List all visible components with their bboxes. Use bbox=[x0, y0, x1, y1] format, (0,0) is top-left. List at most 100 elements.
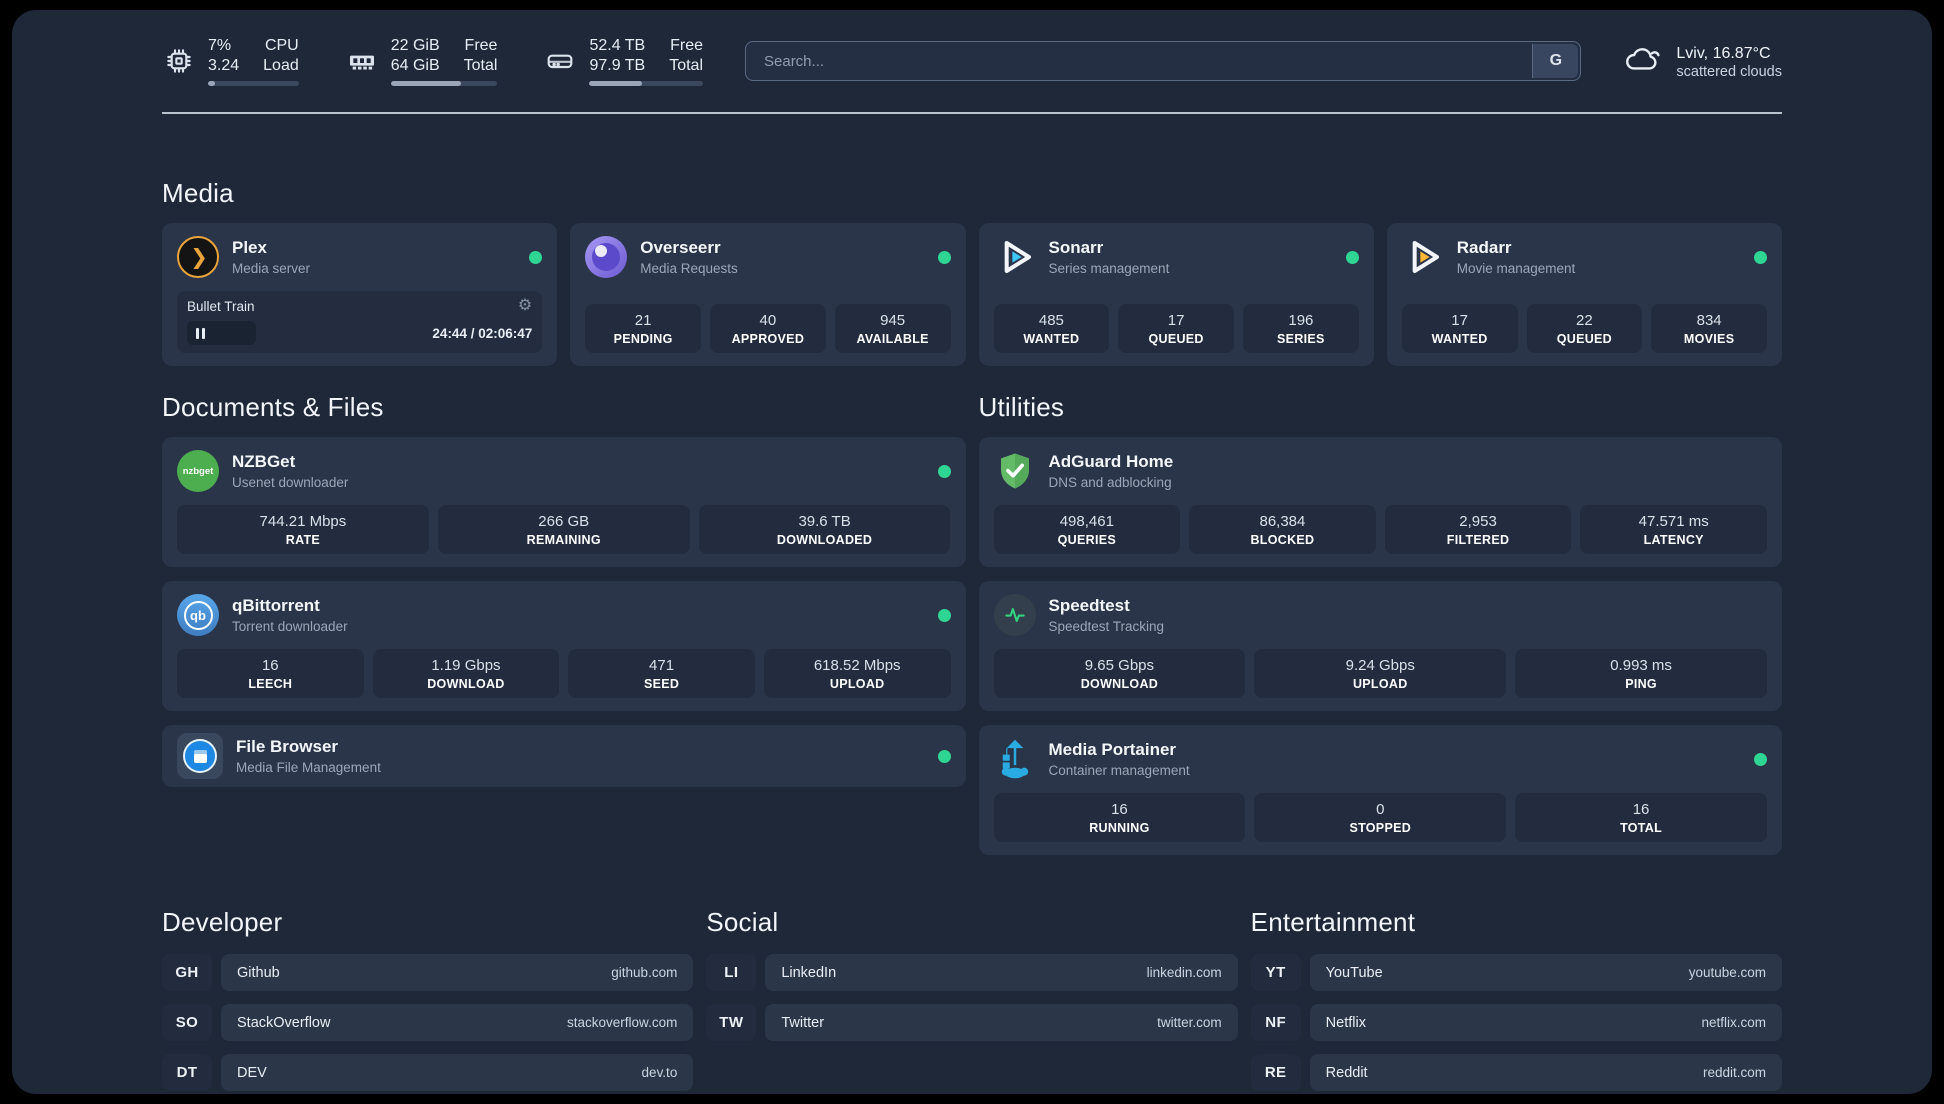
status-dot bbox=[1754, 250, 1767, 264]
cpu-usage-value: 7% bbox=[208, 37, 232, 54]
qbittorrent-icon: qb bbox=[177, 594, 219, 636]
bookmark-url: stackoverflow.com bbox=[567, 1015, 678, 1030]
stat-downloaded: 39.6 TB DOWNLOADED bbox=[698, 505, 951, 554]
memory-total-value: 64 GiB bbox=[390, 57, 440, 74]
bookmark-group-developer: Developer GH Github github.com SO StackO… bbox=[162, 907, 694, 1091]
disk-free-value: 52.4 TB bbox=[589, 37, 646, 54]
service-card-speedtest[interactable]: Speedtest Speedtest Tracking 9.65 Gbps D… bbox=[978, 581, 1782, 711]
stat-queued: 22 QUEUED bbox=[1526, 304, 1643, 353]
section-title-utilities: Utilities bbox=[978, 392, 1065, 422]
stat-pending: 21 PENDING bbox=[585, 304, 701, 353]
player-settings-icon[interactable]: ⚙ bbox=[518, 298, 532, 314]
bookmark-name: StackOverflow bbox=[237, 1014, 331, 1031]
service-description: Media File Management bbox=[236, 760, 381, 775]
bookmark-youtube[interactable]: YT YouTube youtube.com bbox=[1250, 954, 1782, 991]
service-description: Usenet downloader bbox=[232, 475, 349, 490]
section-title-documents: Documents & Files bbox=[162, 392, 384, 422]
service-name: AdGuard Home bbox=[1048, 452, 1174, 471]
service-card-adguard[interactable]: AdGuard Home DNS and adblocking 498,461 … bbox=[978, 437, 1782, 567]
bookmark-name: Twitter bbox=[781, 1014, 825, 1031]
service-name: Media Portainer bbox=[1048, 740, 1177, 759]
service-description: Series management bbox=[1048, 261, 1170, 276]
disk-widget: 52.4 TB 97.9 TB Free Total bbox=[543, 36, 703, 86]
memory-progress-bar bbox=[390, 81, 498, 86]
service-card-filebrowser[interactable]: File Browser Media File Management bbox=[162, 725, 966, 787]
status-dot bbox=[1345, 250, 1359, 264]
bookmark-github[interactable]: GH Github github.com bbox=[162, 954, 694, 991]
header-divider bbox=[162, 112, 1782, 114]
status-dot bbox=[937, 749, 951, 763]
stat-available: 945 AVAILABLE bbox=[834, 304, 951, 353]
bookmark-abbr: SO bbox=[162, 1004, 212, 1041]
stat-remaining: 266 GB REMAINING bbox=[437, 505, 690, 554]
service-description: DNS and adblocking bbox=[1048, 475, 1172, 490]
disk-icon bbox=[543, 44, 577, 78]
stat-download: 9.65 Gbps DOWNLOAD bbox=[993, 649, 1246, 698]
stat-blocked: 86,384 BLOCKED bbox=[1189, 505, 1376, 554]
search-provider-button[interactable]: G bbox=[1532, 44, 1579, 78]
service-card-portainer[interactable]: Media Portainer Container management 16 … bbox=[978, 725, 1782, 855]
plex-icon: ❯ bbox=[177, 236, 219, 278]
bookmark-abbr: YT bbox=[1250, 954, 1301, 991]
stat-seed: 471 SEED bbox=[568, 649, 755, 698]
stat-total: 16 TOTAL bbox=[1515, 793, 1767, 842]
service-description: Media server bbox=[232, 261, 311, 276]
service-name: NZBGet bbox=[232, 452, 296, 471]
service-card-sonarr[interactable]: Sonarr Series management 485 WANTED 17 Q… bbox=[978, 223, 1374, 366]
status-dot bbox=[1754, 752, 1767, 766]
memory-free-value: 22 GiB bbox=[390, 37, 440, 54]
search-input[interactable] bbox=[745, 41, 1582, 81]
stat-leech: 16 LEECH bbox=[177, 649, 364, 698]
bookmark-dev[interactable]: DT DEV dev.to bbox=[162, 1054, 694, 1091]
bookmark-url: github.com bbox=[611, 965, 678, 980]
pause-icon[interactable] bbox=[196, 327, 199, 339]
bookmark-reddit[interactable]: RE Reddit reddit.com bbox=[1250, 1054, 1782, 1091]
bookmark-url: reddit.com bbox=[1702, 1065, 1766, 1080]
stat-queries: 498,461 QUERIES bbox=[993, 505, 1181, 554]
stat-stopped: 0 STOPPED bbox=[1254, 793, 1507, 842]
bookmark-stackoverflow[interactable]: SO StackOverflow stackoverflow.com bbox=[162, 1004, 694, 1041]
section-title-social: Social bbox=[706, 907, 779, 937]
service-card-nzbget[interactable]: nzbget NZBGet Usenet downloader 744.21 M… bbox=[162, 437, 966, 567]
service-card-qbittorrent[interactable]: qb qBittorrent Torrent downloader 16 LEE… bbox=[162, 581, 966, 711]
cloud-icon bbox=[1623, 43, 1663, 80]
bookmark-url: netflix.com bbox=[1701, 1015, 1766, 1030]
disk-total-label: Total bbox=[669, 57, 703, 74]
radarr-icon bbox=[1402, 236, 1444, 278]
weather-condition: scattered clouds bbox=[1676, 63, 1782, 80]
playback-progress-bar[interactable]: 24:44 / 02:06:47 bbox=[187, 321, 532, 345]
bookmark-name: Netflix bbox=[1325, 1014, 1366, 1031]
sonarr-icon bbox=[994, 236, 1036, 278]
service-description: Media Requests bbox=[640, 261, 738, 276]
section-title-media: Media bbox=[162, 178, 234, 208]
service-card-radarr[interactable]: Radarr Movie management 17 WANTED 22 QUE… bbox=[1386, 223, 1782, 366]
bookmark-twitter[interactable]: TW Twitter twitter.com bbox=[706, 1004, 1238, 1041]
service-card-plex[interactable]: ❯ Plex Media server Bullet Train ⚙ 24:44… bbox=[162, 223, 558, 366]
stat-filtered: 2,953 FILTERED bbox=[1384, 505, 1572, 554]
memory-total-label: Total bbox=[463, 57, 498, 74]
bookmark-name: YouTube bbox=[1325, 964, 1383, 981]
dashboard: 7% 3.24 CPU Load 22 GiB 64 GiB Free Tota… bbox=[12, 10, 1932, 1094]
cpu-label: CPU bbox=[264, 37, 299, 54]
memory-free-label: Free bbox=[464, 37, 498, 54]
stat-latency: 47.571 ms LATENCY bbox=[1580, 505, 1767, 554]
stat-running: 16 RUNNING bbox=[993, 793, 1246, 842]
service-name: Overseerr bbox=[640, 238, 721, 257]
bookmark-name: LinkedIn bbox=[781, 964, 837, 981]
status-dot bbox=[937, 250, 951, 264]
stat-rate: 744.21 Mbps RATE bbox=[177, 505, 429, 554]
stat-queued: 17 QUEUED bbox=[1118, 304, 1234, 353]
weather-location: Lviv, 16.87°C bbox=[1676, 44, 1771, 62]
now-playing-title: Bullet Train bbox=[187, 298, 255, 314]
stat-download: 1.19 Gbps DOWNLOAD bbox=[372, 649, 560, 698]
bookmark-linkedin[interactable]: LI LinkedIn linkedin.com bbox=[706, 954, 1238, 991]
bookmark-abbr: TW bbox=[706, 1004, 757, 1041]
service-name: Speedtest bbox=[1048, 596, 1130, 615]
filebrowser-icon bbox=[177, 733, 223, 779]
cpu-widget: 7% 3.24 CPU Load bbox=[162, 36, 299, 86]
service-name: Plex bbox=[232, 238, 267, 257]
bookmark-url: linkedin.com bbox=[1146, 965, 1222, 980]
weather-widget: Lviv, 16.87°C scattered clouds bbox=[1623, 43, 1782, 80]
bookmark-netflix[interactable]: NF Netflix netflix.com bbox=[1250, 1004, 1782, 1041]
service-card-overseerr[interactable]: Overseerr Media Requests 21 PENDING 40 A… bbox=[570, 223, 966, 366]
